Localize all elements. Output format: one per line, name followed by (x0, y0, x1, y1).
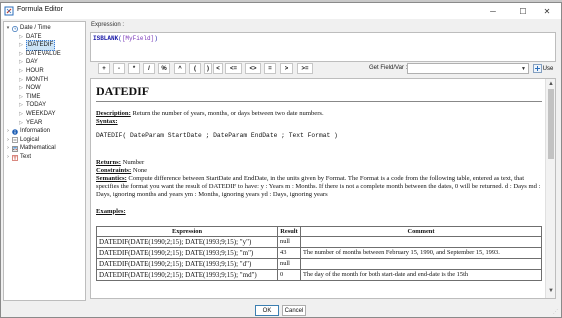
example-expression: DATEDIF(DATE(1990;2;15); DATE(1993;9;15)… (96, 268, 278, 281)
operator-less-equal-button[interactable]: <= (225, 63, 242, 74)
semantics-text: Compute difference between StartDate and… (96, 175, 541, 199)
tree-group-text[interactable]: › Text (4, 153, 85, 162)
tree-item-label: Text (20, 154, 32, 160)
doc-scrollbar[interactable]: ▲ ▼ (545, 79, 555, 298)
header-expression: Expression (96, 225, 278, 237)
returns-label: Returns: (96, 158, 121, 166)
example-result: 0 (277, 268, 301, 281)
doc-title: DATEDIF (96, 84, 150, 98)
scroll-up-icon[interactable]: ▲ (547, 80, 555, 88)
maximize-icon: ☐ (519, 6, 527, 16)
examples-table: Expression Result Comment DATEDIF(DATE(1… (96, 225, 542, 281)
expression-editor[interactable]: ISBLANK([MyField]) (90, 32, 556, 62)
syntax-text: DATEDIF( DateParam StartDate ; DateParam… (96, 132, 338, 140)
resize-grip-icon[interactable]: ⋰ (553, 309, 559, 315)
operator-multiply-button[interactable]: * (128, 63, 140, 74)
minimize-icon: ─ (490, 6, 496, 16)
operator-open-paren-button[interactable]: ( (189, 63, 201, 74)
dropdown-arrow-icon: ▼ (521, 66, 526, 72)
expression-label: Expression : (91, 22, 125, 28)
close-button[interactable]: ✕ (533, 4, 561, 18)
operator-less-than-button[interactable]: < (213, 63, 223, 74)
description-label: Description: (96, 110, 131, 117)
operator-toolbar: Get Field/Var : ▼ Use + - * /% ^() < <= <> = > >= (90, 63, 556, 75)
example-comment (300, 235, 542, 248)
cancel-button[interactable]: Cancel (282, 305, 306, 316)
description-text: Return the number of years, months, or d… (130, 110, 324, 117)
info-icon (12, 128, 18, 135)
operator-percent-button[interactable]: % (158, 63, 170, 74)
formula-editor-window: Formula Editor ─ ☐ ✕ ▾ Date / Time ▷ DATE ▷ D… (0, 2, 562, 318)
get-field-label: Get Field/Var : (369, 65, 408, 71)
formula-editor-app-icon (4, 6, 14, 16)
operator-plus-button[interactable]: + (98, 63, 110, 74)
operator-minus-button[interactable]: - (113, 63, 125, 74)
example-result: null (277, 257, 301, 270)
ok-button-label: OK (262, 307, 272, 314)
expression-close-paren: ) (154, 35, 158, 42)
doc-divider (96, 101, 542, 102)
use-button-label: Use (542, 65, 554, 72)
minimize-button[interactable]: ─ (479, 4, 507, 18)
header-result: Result (277, 225, 301, 237)
operator-not-equal-button[interactable]: <> (245, 63, 261, 74)
operator-greater-equal-button[interactable]: >= (297, 63, 313, 74)
operator-power-button[interactable]: ^ (174, 63, 186, 74)
constraints-paragraph: Constraints: None (96, 167, 543, 175)
semantics-paragraph: Semantics: Compute difference between St… (96, 175, 543, 200)
example-expression: DATEDIF(DATE(1990;2;15); DATE(1993;9;15)… (96, 246, 278, 259)
clock-icon (12, 25, 18, 32)
title-bar: Formula Editor ─ ☐ ✕ (1, 3, 561, 19)
operator-equals-button[interactable]: = (264, 63, 276, 74)
description-paragraph: Description: Return the number of years,… (96, 110, 543, 118)
close-icon: ✕ (543, 6, 551, 16)
operator-close-paren-button[interactable]: ) (204, 63, 212, 74)
example-expression: DATEDIF(DATE(1990;2;15); DATE(1993;9;15)… (96, 257, 278, 270)
constraints-text: None (131, 166, 148, 174)
function-documentation: DATEDIF Description: Return the number o… (90, 78, 556, 299)
table-row: DATEDIF(DATE(1990;2;15); DATE(1993;9;15)… (96, 268, 542, 281)
semantics-label: Semantics: (96, 175, 127, 183)
scroll-down-icon[interactable]: ▼ (547, 287, 555, 295)
expand-icon[interactable]: › (4, 153, 12, 162)
examples-label: Examples: (96, 207, 126, 215)
scroll-thumb[interactable] (548, 89, 554, 159)
use-button[interactable]: Use (540, 63, 556, 74)
operator-divide-button[interactable]: / (143, 63, 155, 74)
expression-argument: [MyField] (121, 35, 155, 42)
example-comment: The number of months between February 15… (300, 246, 542, 259)
get-field-select[interactable]: ▼ (407, 63, 529, 74)
example-comment (300, 257, 542, 270)
ok-button[interactable]: OK (255, 305, 279, 316)
table-row: DATEDIF(DATE(1990;2;15); DATE(1993;9;15)… (96, 246, 542, 259)
example-result: null (277, 235, 301, 248)
calculator-icon (12, 146, 18, 152)
constraints-label: Constraints: (96, 166, 132, 174)
returns-text: Number (120, 158, 145, 166)
function-tree[interactable]: ▾ Date / Time ▷ DATE ▷ DATEDIF ▷ DATEVALUE ▷ DAY ▷… (3, 21, 86, 301)
documentation-content: DATEDIF Description: Return the number o… (96, 84, 543, 281)
table-row: DATEDIF(DATE(1990;2;15); DATE(1993;9;15)… (96, 257, 542, 270)
header-comment: Comment (300, 225, 542, 237)
examples-heading: Examples: (96, 208, 543, 216)
example-result: 43 (277, 246, 301, 259)
operator-greater-than-button[interactable]: > (280, 63, 293, 74)
example-comment: The day of the month for both start-date… (300, 268, 542, 281)
syntax-heading: Syntax: (96, 118, 543, 126)
table-row: DATEDIF(DATE(1990;2;15); DATE(1993;9;15)… (96, 235, 542, 248)
logical-icon (12, 137, 18, 144)
examples-header-row: Expression Result Comment (96, 225, 542, 237)
example-expression: DATEDIF(DATE(1990;2;15); DATE(1993;9;15)… (96, 235, 278, 248)
window-title: Formula Editor (17, 6, 63, 13)
returns-paragraph: Returns: Number (96, 159, 543, 167)
syntax-label: Syntax: (96, 118, 118, 126)
cancel-button-label: Cancel (284, 307, 304, 314)
expression-function: ISBLANK (93, 35, 119, 42)
text-icon (12, 154, 18, 161)
